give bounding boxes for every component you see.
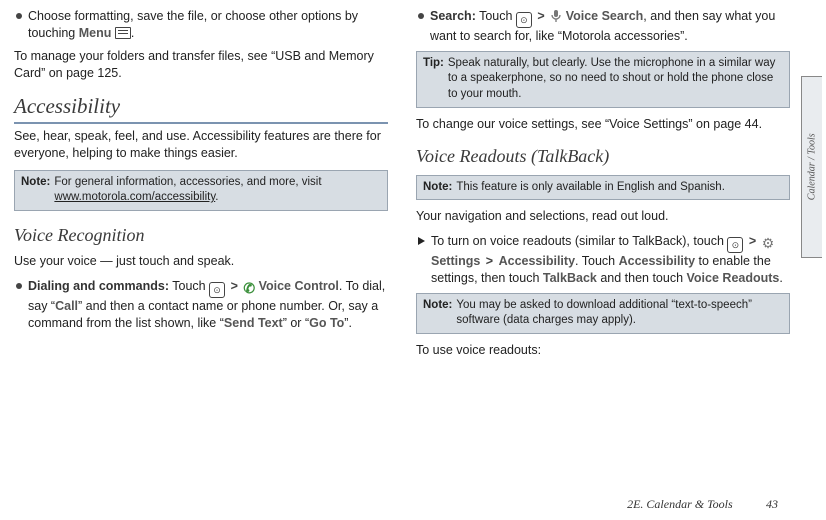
bullet-dialing: Dialing and commands: Touch ⊙ > ✆ Voice … xyxy=(14,278,388,332)
bullet-text: Dialing and commands: Touch ⊙ > ✆ Voice … xyxy=(28,278,388,332)
bullet-icon xyxy=(16,13,22,19)
note-general-info: Note: For general information, accessori… xyxy=(14,170,388,211)
paragraph-usb-memory: To manage your folders and transfer file… xyxy=(14,48,388,82)
menu-icon xyxy=(115,27,131,39)
label-accessibility: Accessibility xyxy=(499,254,575,268)
text: . xyxy=(215,191,218,203)
note-english-spanish: Note: This feature is only available in … xyxy=(416,175,790,201)
note-download-tts: Note: You may be asked to download addit… xyxy=(416,293,790,334)
left-column: Choose formatting, save the file, or cho… xyxy=(14,6,388,470)
chevron-icon: > xyxy=(747,233,758,250)
bullet-turn-on-readouts: To turn on voice readouts (similar to Ta… xyxy=(416,233,790,287)
heading-voice-recognition: Voice Recognition xyxy=(14,223,388,247)
menu-label: Menu xyxy=(79,26,112,40)
text: For general information, accessories, an… xyxy=(54,176,321,188)
bullet-choose-formatting: Choose formatting, save the file, or cho… xyxy=(14,8,388,42)
right-column: Search: Touch ⊙ > Voice Search, and then… xyxy=(416,6,790,470)
phone-icon: ✆ xyxy=(243,281,255,295)
paragraph-change-voice: To change our voice settings, see “Voice… xyxy=(416,116,790,133)
text: Choose formatting, save the file, or cho… xyxy=(28,9,358,40)
label-search: Search: xyxy=(430,9,476,23)
bullet-search: Search: Touch ⊙ > Voice Search, and then… xyxy=(416,8,790,45)
text: . xyxy=(779,271,782,285)
label-send-text: Send Text xyxy=(224,316,283,330)
chevron-icon: > xyxy=(484,253,495,270)
note-label: Note: xyxy=(423,298,452,329)
label-accessibility-2: Accessibility xyxy=(619,254,695,268)
page-body: Choose formatting, save the file, or cho… xyxy=(0,0,826,470)
text: . xyxy=(131,26,134,40)
triangle-icon xyxy=(418,237,425,245)
bullet-icon xyxy=(418,13,424,19)
tip-speak-naturally: Tip: Speak naturally, but clearly. Use t… xyxy=(416,51,790,108)
label-call: Call xyxy=(55,299,78,313)
chevron-icon: > xyxy=(229,278,240,295)
paragraph-voice-intro: Use your voice — just touch and speak. xyxy=(14,253,388,270)
gear-icon: ⚙ xyxy=(762,236,775,250)
chevron-icon: > xyxy=(535,8,546,25)
apps-icon: ⊙ xyxy=(727,237,743,253)
side-tab-label: Calendar / Tools xyxy=(805,134,819,201)
paragraph-accessibility-intro: See, hear, speak, feel, and use. Accessi… xyxy=(14,128,388,162)
text: Touch xyxy=(476,9,516,23)
side-tab-calendar-tools: Calendar / Tools xyxy=(801,76,822,258)
tip-label: Tip: xyxy=(423,56,444,103)
bullet-text: Search: Touch ⊙ > Voice Search, and then… xyxy=(430,8,790,45)
note-body: This feature is only available in Englis… xyxy=(456,180,725,196)
label-voice-search: Voice Search xyxy=(566,9,644,23)
text: . Touch xyxy=(575,254,619,268)
paragraph-readouts-intro: Your navigation and selections, read out… xyxy=(416,208,790,225)
apps-icon: ⊙ xyxy=(209,282,225,298)
bullet-icon xyxy=(16,283,22,289)
label-dialing: Dialing and commands: xyxy=(28,279,169,293)
bullet-text: Choose formatting, save the file, or cho… xyxy=(28,8,388,42)
label-voice-control: Voice Control xyxy=(259,279,339,293)
mic-icon xyxy=(550,9,562,28)
label-voice-readouts: Voice Readouts xyxy=(687,271,780,285)
text: and then touch xyxy=(597,271,687,285)
note-body: You may be asked to download additional … xyxy=(456,298,783,329)
text: ” or “ xyxy=(283,316,309,330)
apps-icon: ⊙ xyxy=(516,12,532,28)
footer-page-number: 43 xyxy=(766,497,778,511)
label-talkback: TalkBack xyxy=(543,271,597,285)
note-label: Note: xyxy=(21,175,50,206)
page-footer: 2E. Calendar & Tools 43 xyxy=(0,496,826,512)
link-motorola-accessibility[interactable]: www.motorola.com/accessibility xyxy=(54,191,215,203)
bullet-text: To turn on voice readouts (similar to Ta… xyxy=(431,233,790,287)
note-body: For general information, accessories, an… xyxy=(54,175,381,206)
label-settings: Settings xyxy=(431,254,480,268)
heading-voice-readouts: Voice Readouts (TalkBack) xyxy=(416,144,790,168)
text: To turn on voice readouts (similar to Ta… xyxy=(431,234,727,248)
paragraph-use-readouts: To use voice readouts: xyxy=(416,342,790,359)
label-go-to: Go To xyxy=(309,316,344,330)
text: ”. xyxy=(344,316,352,330)
footer-section: 2E. Calendar & Tools xyxy=(627,497,733,511)
tip-body: Speak naturally, but clearly. Use the mi… xyxy=(448,56,783,103)
heading-accessibility: Accessibility xyxy=(14,92,388,124)
text: Touch xyxy=(169,279,209,293)
note-label: Note: xyxy=(423,180,452,196)
